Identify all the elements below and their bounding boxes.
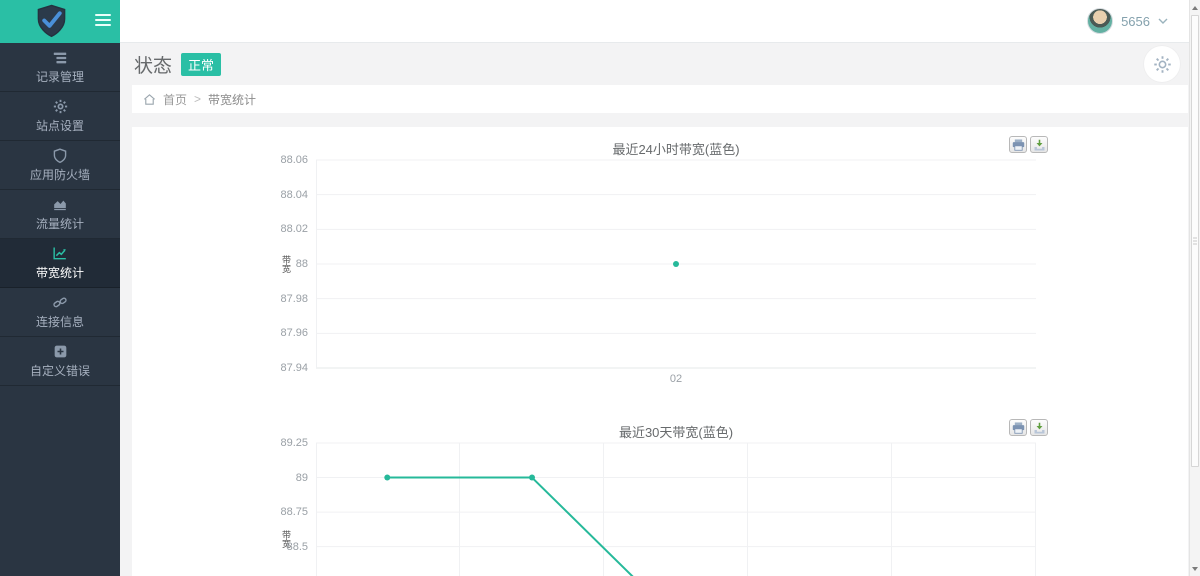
y-tick-label: 88.04 <box>250 189 308 201</box>
scrollbar[interactable] <box>1189 0 1200 576</box>
y-tick-label: 89 <box>250 472 308 484</box>
scrollbar-thumb[interactable] <box>1191 15 1199 467</box>
sidebar-item-bandwidth-stats[interactable]: 带宽统计 <box>0 239 120 288</box>
sidebar-item-label: 连接信息 <box>36 313 84 330</box>
breadcrumb-current: 带宽统计 <box>208 91 256 108</box>
page-title: 状态 <box>134 51 172 78</box>
breadcrumb-separator: > <box>194 92 201 106</box>
settings-button[interactable] <box>1144 46 1180 82</box>
printer-icon <box>1012 139 1025 151</box>
user-avatar-photo[interactable] <box>1087 8 1113 34</box>
chart-title: 最近30天带宽(蓝色) <box>316 410 1036 437</box>
sidebar-item-traffic-stats[interactable]: 流量统计 <box>0 190 120 239</box>
sidebar-header <box>0 0 120 43</box>
chart-plot-area: 带宽89.258988.7588.588.25 <box>316 443 1036 576</box>
scrollbar-up-arrow[interactable] <box>1190 1 1200 14</box>
sidebar: 记录管理站点设置应用防火墙流量统计带宽统计连接信息自定义错误 <box>0 0 120 576</box>
y-tick-label: 88.06 <box>250 154 308 166</box>
printer-icon <box>1012 422 1025 434</box>
data-point <box>673 261 679 267</box>
shield-check-icon <box>35 4 68 39</box>
data-point <box>384 475 390 481</box>
y-tick-label: 88.75 <box>250 506 308 518</box>
plus-square-icon <box>53 343 68 360</box>
username[interactable]: 5656 <box>1121 14 1150 29</box>
download-chart-button[interactable] <box>1030 136 1048 153</box>
hamburger-icon[interactable] <box>95 14 111 29</box>
y-tick-label: 88 <box>250 258 308 270</box>
link-icon <box>52 294 68 311</box>
data-point <box>529 475 535 481</box>
y-tick-label: 88.02 <box>250 223 308 235</box>
breadcrumb-home[interactable]: 首页 <box>163 91 187 108</box>
sidebar-nav: 记录管理站点设置应用防火墙流量统计带宽统计连接信息自定义错误 <box>0 43 120 386</box>
line-chart-icon <box>52 245 68 262</box>
gear-icon <box>53 98 68 115</box>
download-icon <box>1033 139 1046 151</box>
list-icon <box>52 49 68 66</box>
chevron-down-icon[interactable] <box>1158 18 1168 24</box>
y-tick-label: 88.5 <box>250 541 308 553</box>
shield-icon <box>53 147 67 164</box>
sidebar-item-record-management[interactable]: 记录管理 <box>0 43 120 92</box>
download-icon <box>1033 422 1046 434</box>
sidebar-item-label: 记录管理 <box>36 68 84 85</box>
y-tick-label: 89.25 <box>250 437 308 449</box>
chart-last-24h-bandwidth: 最近24小时带宽(蓝色) 带宽88.0688.0488.028887.9887.9… <box>132 127 1188 390</box>
area-chart-icon <box>52 196 68 213</box>
sidebar-item-label: 站点设置 <box>36 117 84 134</box>
y-tick-label: 87.94 <box>250 362 308 374</box>
scrollbar-down-arrow[interactable] <box>1190 562 1200 575</box>
breadcrumb: 首页 > 带宽统计 <box>132 85 1188 113</box>
sidebar-item-label: 自定义错误 <box>30 362 90 379</box>
chart-canvas <box>316 443 1036 576</box>
sidebar-item-label: 带宽统计 <box>36 264 84 281</box>
x-tick-label: 02 <box>656 373 696 385</box>
sidebar-item-app-firewall[interactable]: 应用防火墙 <box>0 141 120 190</box>
gear-icon <box>1153 55 1172 74</box>
main-area: 5656 状态 正常 首页 > 带宽统计 最近24小时带宽(蓝色) 带宽88.06… <box>120 0 1200 576</box>
chart-title: 最近24小时带宽(蓝色) <box>316 127 1036 154</box>
sidebar-item-connection-info[interactable]: 连接信息 <box>0 288 120 337</box>
series-line <box>387 478 676 576</box>
chart-plot-area: 带宽88.0688.0488.028887.9887.9687.9402 <box>316 160 1036 390</box>
print-chart-button[interactable] <box>1009 419 1027 436</box>
chart-canvas <box>316 160 1036 368</box>
chart-toolbar <box>1009 136 1048 153</box>
charts-panel: 最近24小时带宽(蓝色) 带宽88.0688.0488.028887.9887.9… <box>132 127 1188 576</box>
status-badge: 正常 <box>181 53 221 76</box>
sidebar-item-custom-errors[interactable]: 自定义错误 <box>0 337 120 386</box>
sidebar-item-site-settings[interactable]: 站点设置 <box>0 92 120 141</box>
sidebar-item-label: 流量统计 <box>36 215 84 232</box>
home-icon <box>143 93 156 106</box>
download-chart-button[interactable] <box>1030 419 1048 436</box>
sidebar-item-label: 应用防火墙 <box>30 166 90 183</box>
chart-toolbar <box>1009 419 1048 436</box>
print-chart-button[interactable] <box>1009 136 1027 153</box>
topbar: 5656 <box>120 0 1200 43</box>
page-header: 状态 正常 <box>120 43 1200 85</box>
y-tick-label: 87.98 <box>250 293 308 305</box>
y-tick-label: 87.96 <box>250 327 308 339</box>
chart-last-30d-bandwidth: 最近30天带宽(蓝色) 带宽89.258988.7588.588.25 <box>132 410 1188 576</box>
